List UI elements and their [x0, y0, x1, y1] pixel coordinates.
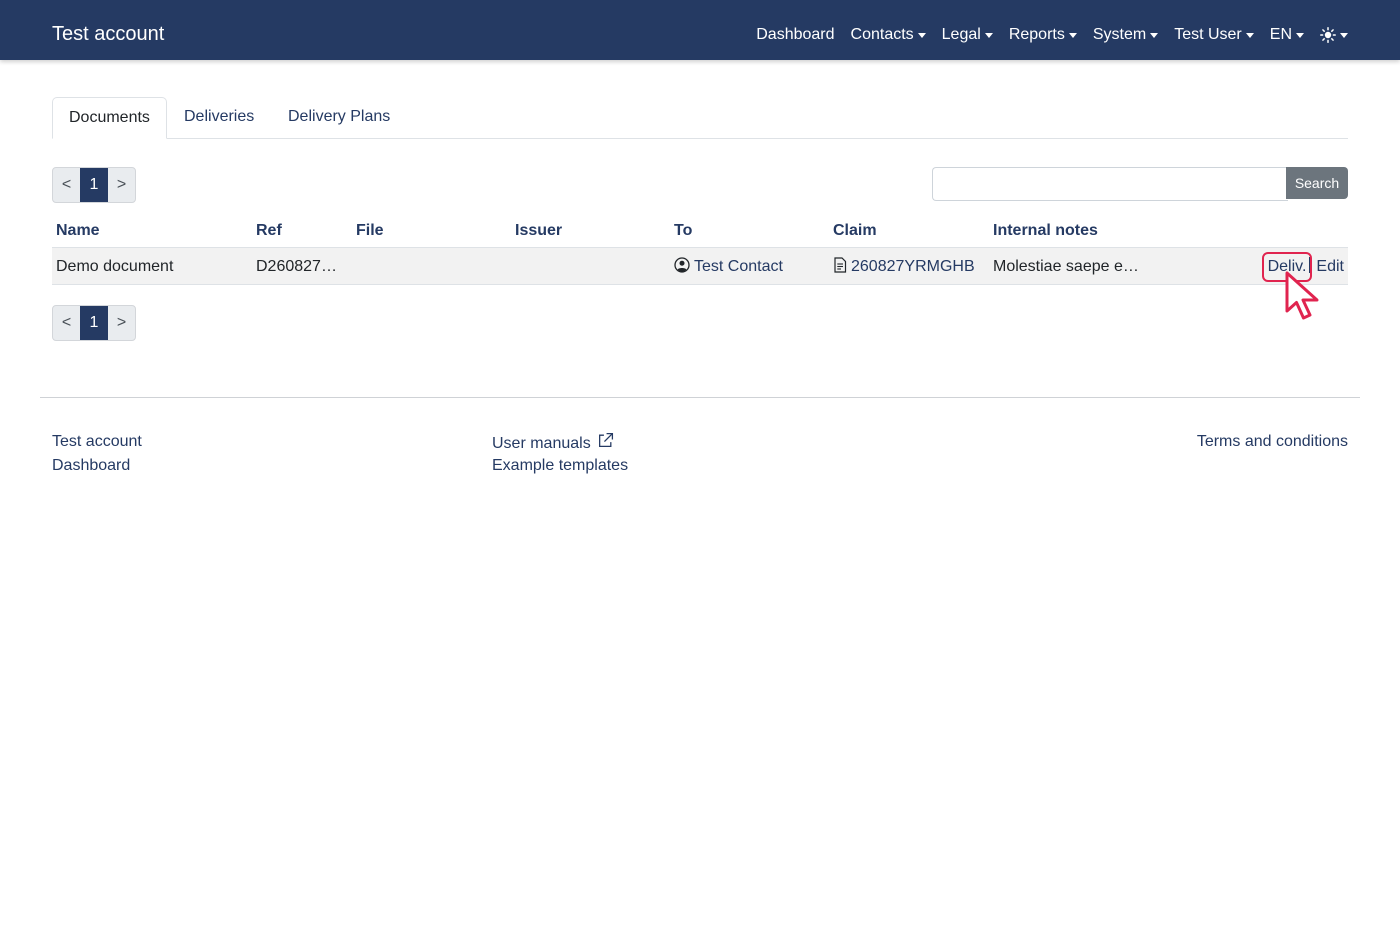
nav-contacts-dropdown[interactable]: Contacts — [851, 23, 926, 47]
column-header-ref[interactable]: Ref — [256, 221, 282, 241]
caret-down-icon — [1296, 33, 1304, 38]
table-row: Demo document D260827… Test Contact 2608… — [52, 248, 1348, 285]
nav-language-dropdown[interactable]: EN — [1270, 23, 1304, 47]
caret-down-icon — [984, 33, 993, 38]
nav-language-label: EN — [1269, 26, 1292, 43]
caret-down-icon — [1245, 33, 1254, 38]
cell-name: Demo document — [56, 258, 174, 275]
pagination-next-button[interactable]: > — [108, 306, 135, 340]
search-button[interactable]: Search — [1286, 167, 1348, 199]
person-circle-icon — [674, 257, 690, 279]
column-header-notes[interactable]: Internal notes — [993, 221, 1098, 241]
column-header-claim[interactable]: Claim — [833, 221, 877, 241]
documents-table: Name Ref File Issuer To Claim Internal n… — [52, 213, 1348, 285]
footer-link-user-manuals[interactable]: User manuals — [492, 432, 614, 455]
cell-notes: Molestiae saepe e… — [993, 258, 1139, 275]
table-header: Name Ref File Issuer To Claim Internal n… — [52, 213, 1348, 248]
nav-reports-label: Reports — [1008, 26, 1065, 43]
document-icon — [833, 257, 847, 279]
external-link-icon — [597, 432, 614, 455]
top-navbar: Test account Dashboard Contacts Legal Re… — [0, 0, 1400, 60]
pagination-next-button[interactable]: > — [108, 168, 135, 202]
tab-delivery-plans[interactable]: Delivery Plans — [272, 97, 406, 139]
sun-icon — [1320, 27, 1336, 43]
nav-theme-dropdown[interactable] — [1320, 27, 1348, 43]
tab-documents[interactable]: Documents — [52, 97, 167, 139]
nav-user-label: Test User — [1174, 26, 1242, 43]
pagination-page-button[interactable]: 1 — [80, 306, 108, 340]
caret-down-icon — [1340, 33, 1348, 38]
nav-legal-dropdown[interactable]: Legal — [942, 23, 993, 47]
column-header-file[interactable]: File — [356, 221, 384, 241]
footer-link-terms[interactable]: Terms and conditions — [1197, 432, 1348, 452]
nav-contacts-label: Contacts — [850, 26, 914, 43]
nav-reports-dropdown[interactable]: Reports — [1009, 23, 1077, 47]
column-header-to[interactable]: To — [674, 221, 692, 241]
footer-link-dashboard[interactable]: Dashboard — [52, 456, 130, 476]
user-manuals-label: User manuals — [492, 435, 591, 452]
pagination-prev-button[interactable]: < — [53, 306, 80, 340]
column-header-issuer[interactable]: Issuer — [515, 221, 562, 241]
brand-link[interactable]: Test account — [52, 21, 164, 47]
tab-deliveries[interactable]: Deliveries — [168, 97, 270, 139]
pointer-cursor-icon — [1285, 271, 1319, 320]
footer-divider — [40, 397, 1360, 398]
cell-to: Test Contact — [674, 257, 783, 279]
nav-legal-label: Legal — [941, 26, 981, 43]
footer-link-account[interactable]: Test account — [52, 432, 142, 452]
pagination-page-button[interactable]: 1 — [80, 168, 108, 202]
pagination-bottom: < 1 > — [52, 305, 136, 341]
nav-menu: Dashboard Contacts Legal Reports System … — [756, 23, 1348, 47]
claim-link[interactable]: 260827YRMGHB — [851, 258, 975, 275]
caret-down-icon — [917, 33, 926, 38]
nav-dashboard[interactable]: Dashboard — [756, 23, 834, 47]
footer-link-example-templates[interactable]: Example templates — [492, 456, 628, 476]
document-tabs: Documents Deliveries Delivery Plans — [52, 97, 1348, 139]
contact-link[interactable]: Test Contact — [694, 258, 783, 275]
pagination-top: < 1 > — [52, 167, 136, 203]
column-header-name[interactable]: Name — [56, 221, 100, 241]
cell-ref: D260827… — [256, 258, 337, 275]
search-input[interactable] — [932, 167, 1288, 201]
nav-system-label: System — [1092, 26, 1147, 43]
nav-user-dropdown[interactable]: Test User — [1174, 23, 1254, 47]
nav-system-dropdown[interactable]: System — [1092, 23, 1159, 47]
caret-down-icon — [1150, 33, 1159, 38]
cell-claim: 260827YRMGHB — [833, 257, 975, 279]
pagination-prev-button[interactable]: < — [53, 168, 80, 202]
nav-dashboard-label: Dashboard — [756, 26, 835, 43]
caret-down-icon — [1068, 33, 1077, 38]
